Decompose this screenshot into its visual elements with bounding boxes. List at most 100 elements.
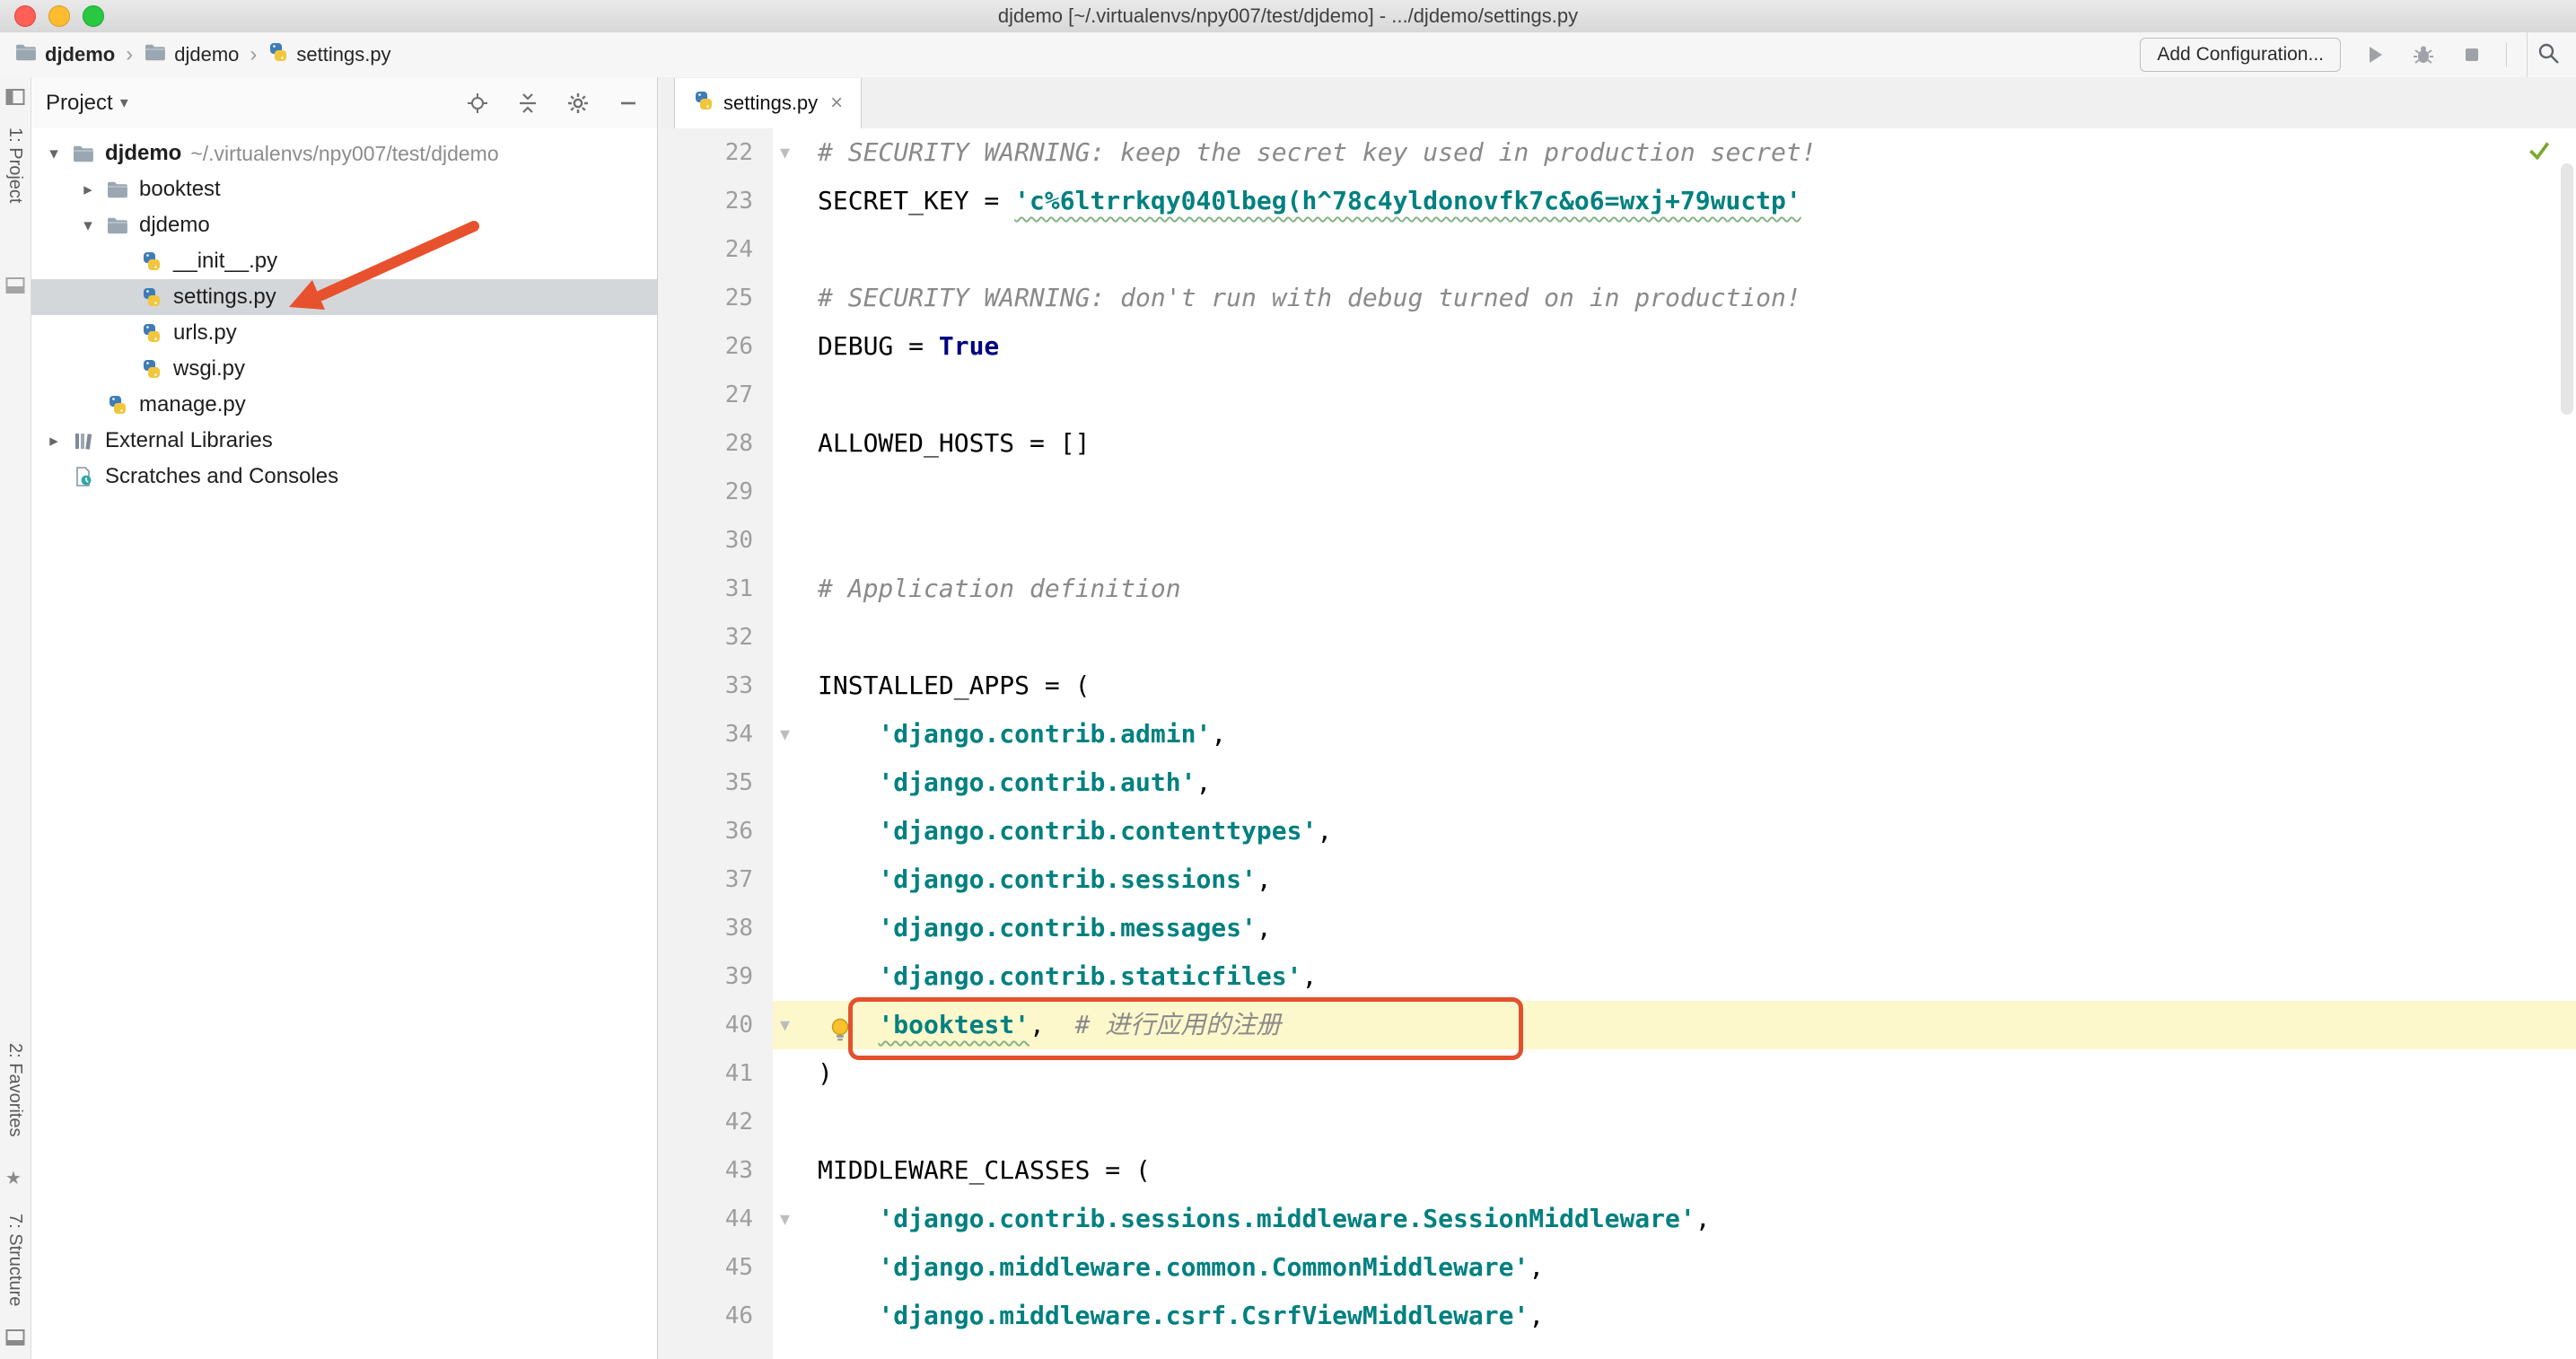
star-icon[interactable]: ★ [5, 1167, 22, 1189]
add-configuration-button[interactable]: Add Configuration... [2140, 38, 2341, 72]
line-number[interactable]: 27 [658, 371, 773, 419]
stripe-tab-structure[interactable]: 7: Structure [4, 1214, 25, 1306]
line-number[interactable]: 37 [658, 855, 773, 904]
tree-item-settings.py[interactable]: settings.py [31, 279, 657, 315]
tree-item-booktest[interactable]: ▸ booktest [31, 171, 657, 207]
debug-icon[interactable] [2409, 40, 2438, 69]
gear-icon[interactable] [564, 89, 592, 118]
line-number[interactable]: 36 [658, 807, 773, 855]
code-line-35[interactable]: 'django.contrib.auth', [773, 758, 2576, 807]
line-number[interactable]: 45 [658, 1243, 773, 1292]
chevron-down-icon[interactable]: ▾ [120, 93, 128, 112]
tree-item-__init__.py[interactable]: __init__.py [31, 243, 657, 279]
chevron-collapsed-icon[interactable]: ▸ [39, 431, 69, 452]
stripe-tab-favorites[interactable]: 2: Favorites [4, 1043, 25, 1136]
stripe-tab-project[interactable]: 1: Project [4, 127, 25, 203]
code-line-23[interactable]: SECRET_KEY = 'c%6ltrrkqy040lbeg(h^78c4yl… [773, 177, 2576, 225]
tree-item-wsgi.py[interactable]: wsgi.py [31, 351, 657, 387]
collapse-all-icon[interactable] [513, 89, 542, 118]
line-number[interactable]: 23 [658, 177, 773, 225]
chevron-expanded-icon[interactable]: ▾ [73, 215, 103, 236]
folder-icon [103, 215, 132, 235]
line-number[interactable]: 30 [658, 516, 773, 565]
line-number[interactable]: 34 [658, 710, 773, 758]
line-number[interactable]: 29 [658, 468, 773, 516]
line-number[interactable]: 39 [658, 952, 773, 1001]
code-line-31[interactable]: # Application definition [773, 565, 2576, 613]
code-line-44[interactable]: ▾ 'django.contrib.sessions.middleware.Se… [773, 1195, 2576, 1243]
chevron-collapsed-icon[interactable]: ▸ [73, 180, 103, 200]
line-number[interactable]: 22 [658, 128, 773, 177]
line-number[interactable]: 43 [658, 1146, 773, 1195]
search-everywhere-button[interactable] [2527, 32, 2569, 77]
panel-actions [463, 89, 643, 118]
stop-icon[interactable] [2458, 40, 2486, 69]
tree-item-djdemo[interactable]: ▾ djdemo [31, 207, 657, 243]
line-number[interactable]: 44 [658, 1195, 773, 1243]
code-area[interactable]: ▾ # SECURITY WARNING: keep the secret key… [773, 128, 2576, 1359]
code-line-32[interactable] [773, 613, 2576, 662]
run-icon[interactable] [2361, 40, 2389, 69]
code-line-30[interactable] [773, 516, 2576, 565]
line-number[interactable]: 41 [658, 1049, 773, 1098]
close-icon[interactable]: × [830, 91, 843, 116]
line-number[interactable]: 42 [658, 1098, 773, 1146]
tree-item-urls.py[interactable]: urls.py [31, 315, 657, 351]
editor-scrollbar[interactable] [2561, 163, 2573, 415]
code-line-36[interactable]: 'django.contrib.contenttypes', [773, 807, 2576, 855]
line-number[interactable]: 25 [658, 274, 773, 322]
tree-item-djdemo[interactable]: ▾ djdemo ~/.virtualenvs/npy007/test/djdemo [31, 136, 657, 171]
code-line-46[interactable]: 'django.middleware.csrf.CsrfViewMiddlewa… [773, 1292, 2576, 1340]
code-line-43[interactable]: MIDDLEWARE_CLASSES = ( [773, 1146, 2576, 1195]
breadcrumb-item-djdemo[interactable]: djdemo [144, 42, 239, 67]
code-line-40[interactable]: ▾ 'booktest', # 进行应用的注册 [773, 997, 2576, 1060]
code-line-24[interactable] [773, 225, 2576, 274]
tree-item-scratches-and-consoles[interactable]: Scratches and Consoles [31, 459, 657, 495]
code-line-29[interactable] [773, 468, 2576, 516]
tree-item-manage.py[interactable]: manage.py [31, 387, 657, 423]
line-number[interactable]: 38 [658, 904, 773, 952]
code-token: , [1196, 767, 1212, 797]
code-line-37[interactable]: 'django.contrib.sessions', [773, 855, 2576, 904]
chevron-expanded-icon[interactable]: ▾ [39, 144, 69, 164]
code-line-26[interactable]: DEBUG = True [773, 322, 2576, 371]
code-line-38[interactable]: 'django.contrib.messages', [773, 904, 2576, 952]
line-number[interactable]: 35 [658, 758, 773, 807]
code-line-41[interactable]: ) [773, 1049, 2576, 1098]
bottom-stripe-icon[interactable] [5, 1328, 25, 1351]
code-line-45[interactable]: 'django.middleware.common.CommonMiddlewa… [773, 1243, 2576, 1292]
line-number[interactable]: 28 [658, 419, 773, 468]
inspections-ok-icon[interactable] [2526, 136, 2553, 168]
line-number[interactable]: 31 [658, 565, 773, 613]
toolbar-separator [2506, 42, 2507, 67]
code-line-39[interactable]: 'django.contrib.staticfiles', [773, 952, 2576, 1001]
project-tool-icon[interactable] [5, 88, 25, 110]
line-number[interactable]: 33 [658, 662, 773, 710]
code-line-28[interactable]: ALLOWED_HOSTS = [] [773, 419, 2576, 468]
code-line-33[interactable]: INSTALLED_APPS = ( [773, 662, 2576, 710]
panel-toggle-icon[interactable] [5, 276, 25, 299]
project-panel-title[interactable]: Project [46, 91, 113, 116]
code-line-27[interactable] [773, 371, 2576, 419]
code-line-25[interactable]: # SECURITY WARNING: don't run with debug… [773, 274, 2576, 322]
line-number[interactable]: 40 [658, 1001, 773, 1049]
tab-settings-py[interactable]: settings.py × [674, 78, 863, 128]
code-line-22[interactable]: ▾ # SECURITY WARNING: keep the secret key… [773, 128, 2576, 177]
breadcrumb-item-djdemo[interactable]: djdemo [14, 42, 115, 67]
fold-icon[interactable]: ▾ [780, 1001, 790, 1049]
fold-icon[interactable]: ▾ [780, 710, 790, 758]
tree-item-external-libraries[interactable]: ▸ External Libraries [31, 423, 657, 459]
code-line-42[interactable] [773, 1098, 2576, 1146]
locate-file-icon[interactable] [463, 89, 492, 118]
line-number[interactable]: 32 [658, 613, 773, 662]
code-line-34[interactable]: ▾ 'django.contrib.admin', [773, 710, 2576, 758]
tree-item-label: wsgi.py [173, 356, 246, 381]
line-number[interactable]: 24 [658, 225, 773, 274]
breadcrumb-item-settings.py[interactable]: settings.py [267, 41, 391, 68]
line-number[interactable]: 26 [658, 322, 773, 371]
line-number[interactable]: 46 [658, 1292, 773, 1340]
hide-panel-icon[interactable] [614, 89, 643, 118]
fold-icon[interactable]: ▾ [780, 128, 790, 177]
fold-icon[interactable]: ▾ [780, 1195, 790, 1243]
